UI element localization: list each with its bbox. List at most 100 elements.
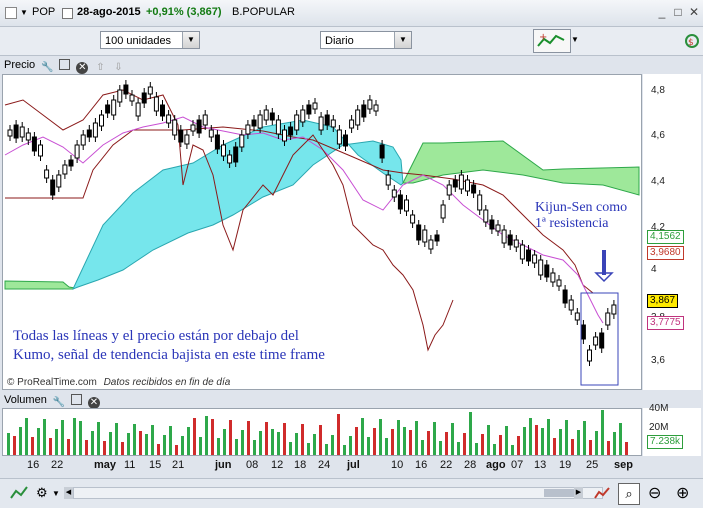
last-price-tag: 3,867: [647, 294, 679, 308]
volume-bar: [115, 423, 118, 455]
senkou-tag: 4,1562: [647, 230, 684, 244]
candle: [208, 129, 214, 138]
wrench-icon[interactable]: 🔧: [41, 62, 53, 74]
candle: [489, 219, 495, 230]
volume-bar: [337, 414, 340, 455]
volume-bar: [367, 437, 370, 455]
volume-bar: [253, 440, 256, 455]
volume-bar: [91, 431, 94, 455]
draw-tools-icon[interactable]: ⚙: [36, 485, 52, 501]
volume-bar: [565, 420, 568, 455]
indicators-dropdown-icon[interactable]: ▼: [571, 35, 579, 44]
volume-bar: [487, 425, 490, 455]
candle: [288, 126, 294, 136]
candle: [336, 129, 342, 145]
candle: [202, 114, 208, 126]
ticker[interactable]: POP: [32, 6, 55, 18]
units-select[interactable]: 100 unidades ▼: [100, 31, 200, 49]
y-tick: 4,8: [651, 85, 665, 96]
candle: [440, 204, 446, 219]
window-icon[interactable]: [59, 59, 71, 70]
scrollbar-track[interactable]: [73, 487, 603, 499]
instrument-name: B.POPULAR: [232, 6, 295, 18]
volume-bar: [373, 428, 376, 455]
zoom-in-icon[interactable]: ⊕: [676, 483, 689, 503]
volume-bar: [607, 441, 610, 455]
period-select[interactable]: Diario ▼: [320, 31, 412, 49]
window-icon[interactable]: [70, 394, 82, 405]
candle: [263, 109, 269, 121]
scroll-left-button[interactable]: ◀: [64, 487, 73, 499]
volume-bar: [589, 440, 592, 455]
calendar-icon[interactable]: [62, 8, 73, 19]
volume-bar: [619, 423, 622, 455]
candle: [373, 104, 379, 112]
window-icon[interactable]: [5, 7, 17, 19]
tools-dropdown-icon[interactable]: ▼: [52, 489, 60, 498]
title-bar: ▼ POP 28-ago-2015 +0,91% (3,867) B.POPUL…: [0, 0, 703, 27]
chevron-down-icon[interactable]: ▼: [182, 32, 199, 48]
candle: [275, 119, 281, 135]
copyright: © ProRealTime.com Datos recibidos en fin…: [7, 377, 230, 388]
close-icon[interactable]: ✕: [76, 62, 89, 74]
svg-text:+: +: [539, 32, 547, 43]
chevron-down-icon[interactable]: ▼: [394, 32, 411, 48]
close-button[interactable]: ✕: [687, 5, 701, 19]
price-chart[interactable]: Kijun-Sen como 1ª resistencia Todas las …: [2, 74, 642, 390]
toolbar: 100 unidades ▼ Diario ▼ + ▼ $: [0, 27, 703, 56]
volume-bar: [7, 433, 10, 455]
zoom-out-icon[interactable]: ⊖: [648, 483, 661, 503]
x-tick: 13: [534, 459, 547, 471]
volume-chart[interactable]: [2, 408, 642, 456]
candle: [367, 99, 373, 110]
volume-bar: [235, 439, 238, 455]
candle: [330, 119, 336, 128]
trend-annotation-line2: Kumo, señal de tendencia bajista en este…: [13, 347, 325, 363]
zoom-fit-icon[interactable]: ⌕: [618, 483, 640, 505]
move-down-icon[interactable]: ⇩: [113, 62, 125, 74]
candle: [80, 134, 86, 146]
chart-type-icon[interactable]: [594, 485, 610, 501]
kumo-bear-cloud: [72, 119, 404, 290]
candle: [92, 122, 98, 138]
ticker-dropdown-icon[interactable]: ▼: [20, 8, 28, 17]
volume-bar: [577, 430, 580, 455]
volume-bar: [535, 425, 538, 455]
volume-bar: [583, 421, 586, 455]
scroll-right-button[interactable]: ▶: [574, 487, 583, 499]
volume-bar: [355, 427, 358, 455]
volume-bar: [613, 432, 616, 455]
volume-bar: [175, 445, 178, 455]
scrollbar-thumb[interactable]: [544, 489, 574, 497]
candle: [135, 102, 141, 117]
candle: [568, 299, 574, 311]
candle: [391, 189, 397, 198]
tenkan-tag: 3,7775: [647, 316, 684, 330]
y-tick: 4,4: [651, 176, 665, 187]
candle: [422, 229, 428, 243]
candle: [269, 112, 275, 121]
x-tick: 22: [51, 459, 64, 471]
volume-bar: [595, 431, 598, 455]
candle: [300, 109, 306, 123]
volume-bar: [205, 416, 208, 455]
move-up-icon[interactable]: ⇧: [94, 62, 106, 74]
maximize-button[interactable]: □: [671, 5, 685, 19]
refresh-icon[interactable]: $: [684, 31, 700, 51]
x-tick: may: [94, 459, 117, 471]
x-tick: 07: [511, 459, 524, 471]
candle: [611, 304, 617, 315]
kijun-tag: 3,9680: [647, 246, 684, 260]
indicators-button[interactable]: +: [533, 29, 571, 53]
minimize-button[interactable]: _: [655, 5, 669, 19]
volume-bar: [169, 426, 172, 455]
candle: [397, 194, 403, 210]
candle: [519, 244, 525, 260]
volume-bar: [259, 431, 262, 455]
chart-icon[interactable]: [10, 485, 28, 501]
candle: [129, 94, 135, 102]
volume-bar: [445, 432, 448, 455]
volume-bar: [499, 435, 502, 455]
candle: [38, 144, 43, 157]
y-tick: 4: [651, 264, 657, 275]
